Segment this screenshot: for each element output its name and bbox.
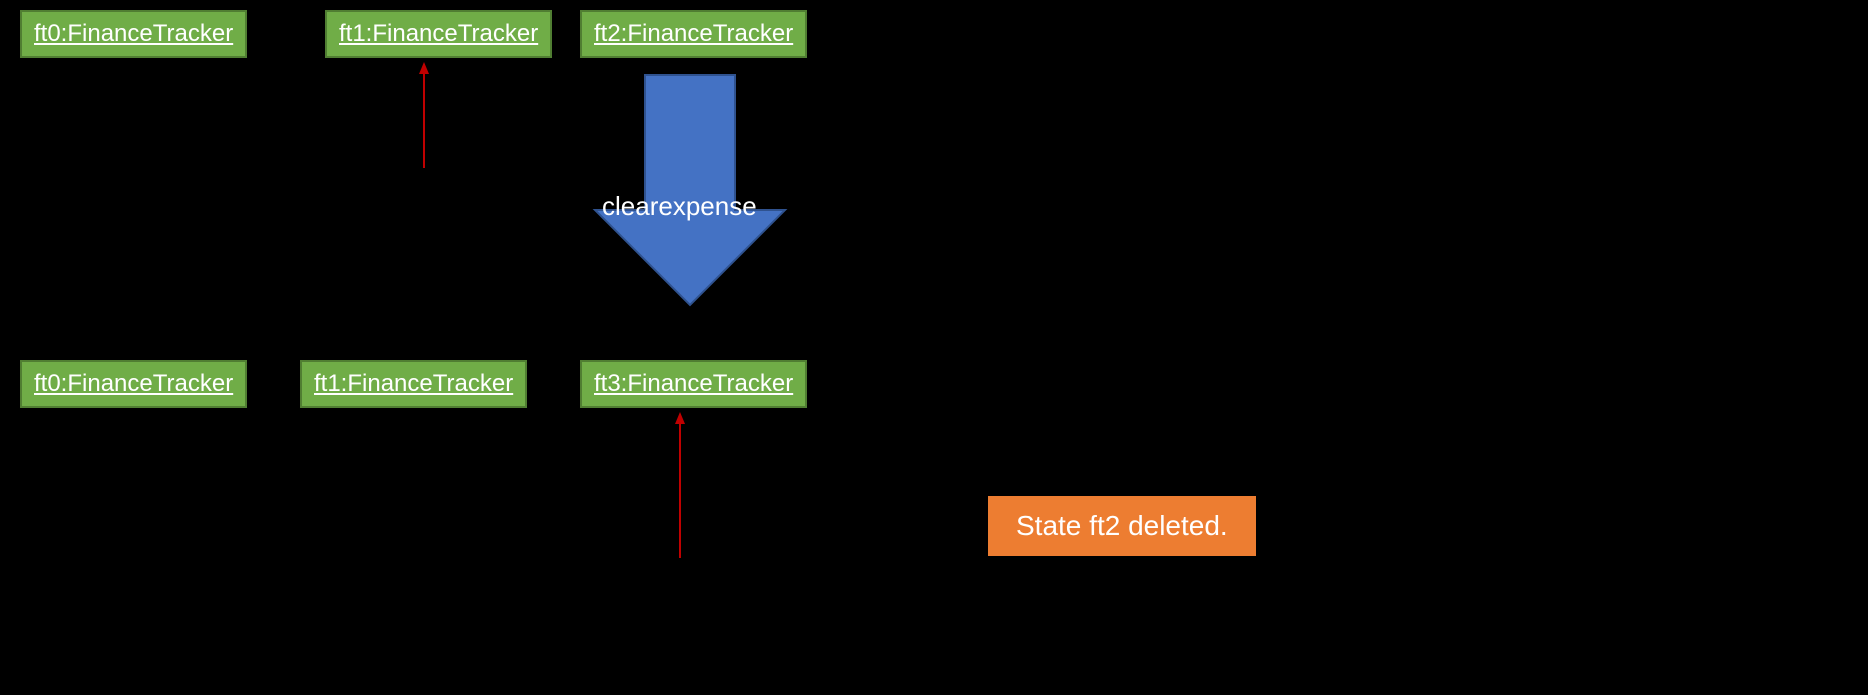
- status-message: State ft2 deleted.: [988, 496, 1256, 556]
- transition-label: clearexpense: [602, 191, 757, 222]
- pointer-arrow-bottom: [672, 410, 674, 560]
- state-node-ft0-bottom: ft0:FinanceTracker: [20, 360, 247, 408]
- state-node-ft3-bottom: ft3:FinanceTracker: [580, 360, 807, 408]
- state-node-ft2-top: ft2:FinanceTracker: [580, 10, 807, 58]
- state-node-ft1-bottom: ft1:FinanceTracker: [300, 360, 527, 408]
- transition-arrow: [590, 70, 790, 310]
- state-node-ft1-top: ft1:FinanceTracker: [325, 10, 552, 58]
- state-node-ft0-top: ft0:FinanceTracker: [20, 10, 247, 58]
- pointer-arrow-top: [416, 60, 418, 170]
